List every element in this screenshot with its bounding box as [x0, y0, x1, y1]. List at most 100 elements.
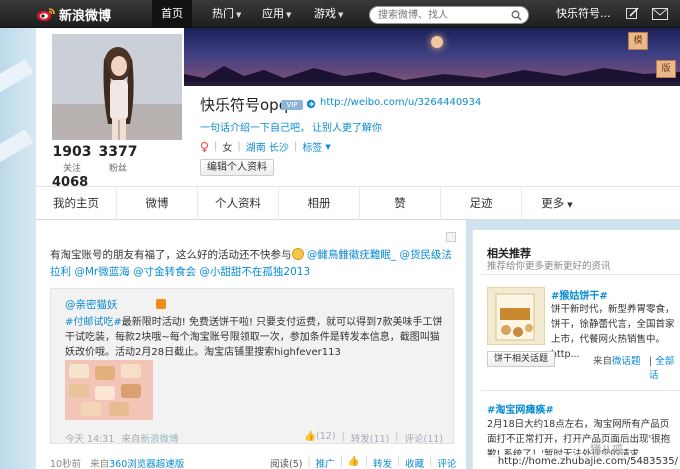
- post-time[interactable]: 10秒前: [50, 459, 81, 469]
- thumbs-up-icon[interactable]: 👍: [348, 456, 360, 469]
- decorative-ribbon: [0, 129, 34, 163]
- biscuit-product-image[interactable]: [487, 287, 545, 345]
- separator: |: [396, 456, 401, 467]
- repost-forward-button[interactable]: 转发(11): [351, 431, 390, 445]
- repost-time[interactable]: 今天 14:31: [65, 434, 114, 445]
- post-body: 有淘宝账号的朋友有福了，这么好的活动还不快参与: [50, 249, 292, 261]
- edit-profile-button[interactable]: 编辑个人资料: [200, 159, 274, 176]
- tab-more[interactable]: 更多 ▼: [522, 187, 592, 220]
- cookie-pic: [69, 364, 89, 378]
- separator: |: [395, 431, 399, 442]
- read-count: 阅读(5): [270, 459, 303, 469]
- repost-text: #付邮试吃#最新限时活动! 免费送饼干啦! 只要支付运费，就可以得到7款美味手工…: [65, 315, 445, 360]
- thumbs-up-icon: 👍: [304, 431, 317, 442]
- topic-source-link[interactable]: 微话题: [612, 356, 641, 367]
- nav-home-link[interactable]: 首页: [152, 0, 192, 28]
- follow-stat[interactable]: 1903 关注: [52, 144, 92, 174]
- repost-like-button[interactable]: 👍(12): [304, 431, 335, 445]
- from-label: 来自: [121, 434, 141, 445]
- cookie-pic: [81, 402, 101, 416]
- weibo-url-link[interactable]: http://weibo.com/u/3264440934: [320, 97, 481, 108]
- comment-button[interactable]: 评论: [437, 456, 456, 469]
- top-navbar: 新浪微博 首页 热门▼ 应用▼ 游戏▼ 快乐符号...: [0, 0, 680, 28]
- search-icon[interactable]: [511, 10, 522, 21]
- link-icon: [306, 99, 316, 109]
- recommendation-topic-link[interactable]: #淘宝网瘫痪#: [487, 401, 554, 416]
- tags-link[interactable]: 标签: [302, 139, 322, 154]
- tab-more-label: 更多: [541, 196, 565, 210]
- mention-link[interactable]: @寸金转食会: [133, 266, 196, 278]
- post-source-link[interactable]: 360浏览器超速版: [109, 459, 184, 469]
- sidebar-subtitle: 推荐给你更多更新更好的资讯: [487, 261, 611, 272]
- repost-actions: 👍(12) | 转发(11) | 评论(11): [304, 431, 443, 445]
- follow-count: 1903: [52, 144, 92, 160]
- mention-link[interactable]: @雠鳥雔徽疣難眠_: [307, 249, 396, 261]
- location-link[interactable]: 湖南 长沙: [246, 139, 289, 154]
- profile-username: 快乐符号opq: [200, 96, 289, 114]
- tree-silhouette: [184, 66, 680, 86]
- tab-my-home[interactable]: 我的主页: [36, 187, 117, 220]
- divider: [481, 390, 680, 391]
- related-topic-button[interactable]: 饼干相关话题: [487, 351, 555, 367]
- compose-edit-icon[interactable]: [626, 7, 639, 20]
- biscuit-box-graphic: [488, 288, 544, 344]
- repost-comment-button[interactable]: 评论(11): [404, 431, 443, 445]
- separator: |: [307, 456, 311, 467]
- tab-album[interactable]: 相册: [279, 187, 360, 220]
- weibo-eye-icon: [37, 8, 55, 21]
- nav-username-link[interactable]: 快乐符号...: [556, 0, 611, 28]
- mail-icon[interactable]: [652, 8, 668, 20]
- chevron-down-icon: ▼: [567, 201, 573, 209]
- cover-template-tag[interactable]: 模: [628, 32, 648, 50]
- chevron-down-icon[interactable]: ▼: [325, 143, 330, 151]
- sina-weibo-logo[interactable]: 新浪微博: [36, 5, 112, 24]
- avatar-photo: [52, 34, 182, 140]
- favorite-button[interactable]: 收藏: [405, 456, 424, 469]
- decorative-ribbon: [0, 59, 34, 93]
- logo-text: 新浪微博: [59, 8, 112, 24]
- separator: |: [339, 456, 343, 467]
- mention-link[interactable]: @Mr微蓝海: [74, 266, 129, 278]
- left-background-strip: [0, 28, 36, 469]
- nav-apps-label: 应用: [262, 7, 284, 20]
- repost-body: 最新限时活动! 免费送饼干啦! 只要支付运费，就可以得到7款美味手工饼干试吃装，…: [65, 317, 443, 358]
- nav-apps-menu[interactable]: 应用 ▼: [262, 0, 291, 28]
- intro-prompt-link[interactable]: 一句话介绍一下自己吧，: [200, 123, 310, 134]
- mention-link[interactable]: @小甜甜不在孤独2013: [199, 266, 310, 278]
- tab-weibo[interactable]: 微博: [117, 187, 198, 220]
- profile-card: 模 版 1903 关注 3377 粉丝 4068 快乐符号opq VIP htt…: [36, 28, 680, 190]
- search-input[interactable]: [378, 8, 506, 22]
- nav-hot-label: 热门: [212, 7, 234, 20]
- smiley-emoji-icon: [291, 248, 304, 260]
- hashtag-link[interactable]: #付邮试吃#: [65, 317, 122, 328]
- reposted-post: @亲密猫妖 #付邮试吃#最新限时活动! 免费送饼干啦! 只要支付运费，就可以得到…: [50, 288, 454, 445]
- recommendation-sidebar: 相关推荐 推荐给你更多更新更好的资讯 #猴姑饼干# 饼干新时代，新型养胃零食，饼…: [472, 230, 680, 469]
- repost-like-count: (12): [316, 431, 336, 442]
- cookie-pic: [109, 402, 129, 416]
- recommendation-topic-link[interactable]: #猴姑饼干#: [551, 287, 608, 302]
- intro-help-link[interactable]: 让别人更了解你: [312, 123, 382, 134]
- vip-badge[interactable]: VIP: [281, 100, 303, 110]
- tab-footprint[interactable]: 足迹: [441, 187, 522, 220]
- nav-games-menu[interactable]: 游戏 ▼: [314, 0, 343, 28]
- repost-button[interactable]: 转发: [373, 456, 392, 469]
- cover-template-tag[interactable]: 版: [656, 60, 676, 78]
- collapse-icon[interactable]: [446, 232, 456, 242]
- status-bar-url: http://home.zhubajie.com/5483535/: [474, 455, 680, 469]
- repost-source-link[interactable]: 新浪微博: [140, 434, 178, 445]
- chevron-down-icon: ▼: [286, 11, 292, 19]
- repost-author-link[interactable]: @亲密猫妖: [65, 297, 118, 312]
- tab-likes[interactable]: 赞: [360, 187, 441, 220]
- promote-button[interactable]: 推广: [316, 456, 335, 469]
- separator: |: [364, 456, 368, 467]
- recommendation-source: 来自微话题: [593, 353, 641, 367]
- fans-stat[interactable]: 3377 粉丝: [98, 144, 138, 174]
- tab-profile-info[interactable]: 个人资料: [198, 187, 279, 220]
- cookie-thumbnail-image[interactable]: [65, 360, 153, 420]
- cookie-pic: [95, 386, 115, 400]
- separator: |: [214, 141, 218, 152]
- avatar[interactable]: [52, 34, 182, 140]
- nav-hot-menu[interactable]: 热门 ▼: [212, 0, 241, 28]
- cookie-pic: [121, 364, 141, 378]
- separator: |: [237, 141, 241, 152]
